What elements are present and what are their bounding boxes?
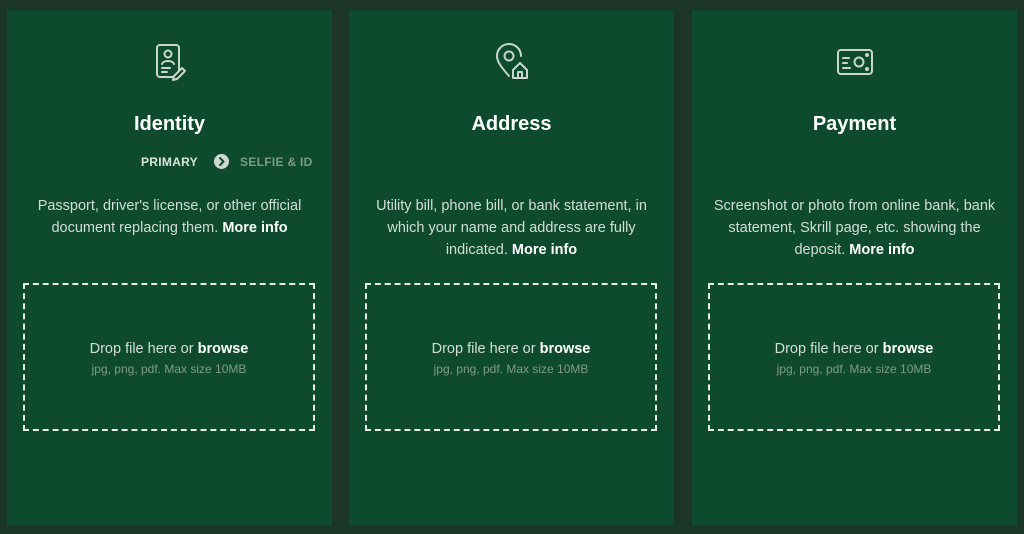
file-drop-zone[interactable]: Drop file here or browse jpg, png, pdf. … [23, 283, 315, 431]
card-title: Address [471, 113, 552, 135]
card-title: Identity [133, 113, 206, 135]
drop-text: Drop file here or [89, 341, 194, 357]
address-card: Address Utility bill, phone bill, or ban… [349, 10, 674, 526]
drop-text: Drop file here or [774, 341, 879, 357]
location-home-icon [492, 42, 532, 82]
more-info-link[interactable]: More info [222, 220, 287, 236]
payment-card-icon [835, 42, 875, 82]
browse-link[interactable]: browse [540, 341, 591, 357]
card-description: Passport, driver's license, or other off… [27, 195, 312, 239]
chevron-right-circle-icon [214, 154, 229, 169]
file-format-hint: jpg, png, pdf. Max size 10MB [91, 362, 247, 376]
browse-link[interactable]: browse [198, 341, 249, 357]
more-info-link[interactable]: More info [512, 242, 577, 258]
drop-instructions: Drop file here or browse [25, 340, 313, 358]
file-drop-zone[interactable]: Drop file here or browse jpg, png, pdf. … [365, 283, 657, 431]
file-format-hint: jpg, png, pdf. Max size 10MB [776, 362, 932, 376]
drop-instructions: Drop file here or browse [710, 340, 998, 358]
more-info-link[interactable]: More info [849, 242, 914, 258]
document-steps: PRIMARY SELFIE & ID [7, 153, 332, 173]
drop-text: Drop file here or [431, 341, 536, 357]
card-description: Utility bill, phone bill, or bank statem… [369, 195, 654, 261]
step-primary-tab[interactable]: PRIMARY [141, 155, 198, 169]
verification-cards: Identity PRIMARY SELFIE & ID Passport, d… [0, 0, 1024, 534]
card-title: Payment [812, 113, 897, 135]
file-format-hint: jpg, png, pdf. Max size 10MB [433, 362, 589, 376]
payment-card: Payment Screenshot or photo from online … [692, 10, 1017, 526]
file-drop-zone[interactable]: Drop file here or browse jpg, png, pdf. … [708, 283, 1000, 431]
card-description: Screenshot or photo from online bank, ba… [712, 195, 997, 261]
drop-instructions: Drop file here or browse [367, 340, 655, 358]
identity-card: Identity PRIMARY SELFIE & ID Passport, d… [7, 10, 332, 526]
id-document-icon [150, 42, 190, 82]
browse-link[interactable]: browse [883, 341, 934, 357]
step-selfie-id-tab[interactable]: SELFIE & ID [240, 155, 313, 169]
